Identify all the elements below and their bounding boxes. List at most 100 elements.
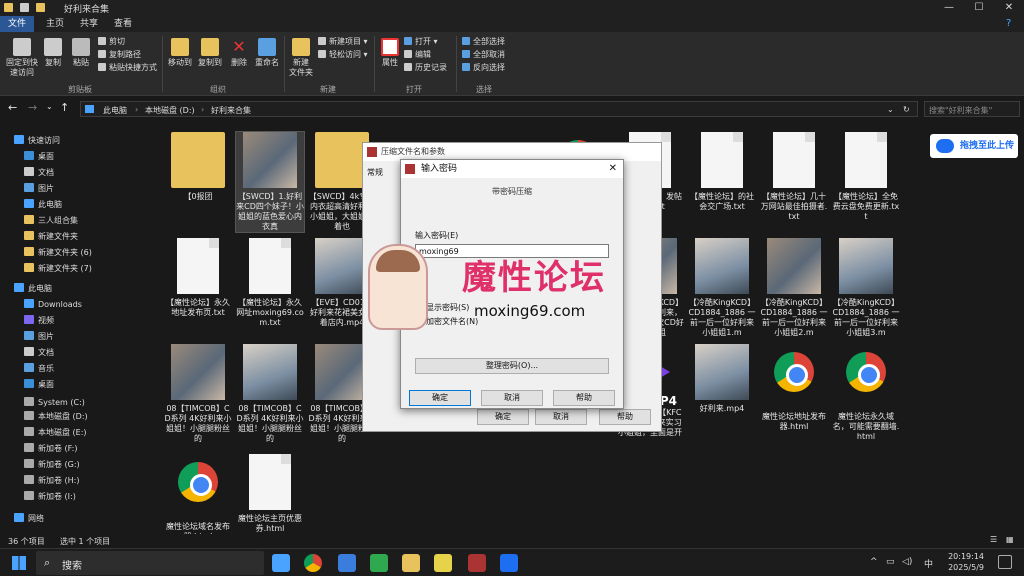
nav-item[interactable]: 图片 <box>24 182 54 196</box>
close-button[interactable]: ✕ <box>994 0 1024 16</box>
new-folder-button[interactable]: 新建 文件夹 <box>288 38 314 78</box>
chrome-icon[interactable] <box>304 554 322 572</box>
nav-item[interactable]: 文档 <box>24 166 54 180</box>
volume-icon[interactable]: ◁) <box>902 557 912 567</box>
archive-help-button[interactable]: 帮助 <box>599 409 651 425</box>
file-item[interactable]: 魔性论坛地址发布器.html <box>760 344 828 432</box>
file-item[interactable]: 【冷酷KingKCD】CD1884_1886 一前一后一位好利来小姐姐2.m <box>760 238 828 338</box>
nav-item[interactable]: 图片 <box>24 330 54 344</box>
copy-button[interactable]: 复制 <box>40 38 66 68</box>
help-icon[interactable]: ? <box>1006 18 1011 29</box>
nav-item[interactable]: 快速访问 <box>14 134 60 148</box>
clock-date[interactable]: 2025/5/9 <box>944 563 984 572</box>
nav-item[interactable]: 本地磁盘 (D:) <box>24 410 88 424</box>
copy-to-button[interactable]: 复制到 <box>196 38 224 68</box>
nav-item[interactable]: 新加卷 (I:) <box>24 490 76 504</box>
edit-button[interactable]: 编辑 <box>404 49 431 60</box>
rename-button[interactable]: 重命名 <box>252 38 282 68</box>
address-bar[interactable]: 此电脑 › 本地磁盘 (D:) › 好利来合集 ⌄ ↻ <box>80 101 918 117</box>
file-item[interactable]: 【魔性论坛】的社会交广场.txt <box>688 132 756 212</box>
nav-item[interactable]: 新建文件夹 (6) <box>24 246 92 260</box>
file-item[interactable]: 【魔性论坛】永久网址moxing69.com.txt <box>236 238 304 328</box>
invert-selection-button[interactable]: 反向选择 <box>462 62 505 73</box>
breadcrumb-folder[interactable]: 好利来合集 <box>211 105 251 116</box>
archive-ok-button[interactable]: 确定 <box>477 409 529 425</box>
file-item[interactable]: 魔性论坛域名发布器.html <box>164 454 232 542</box>
password-help-button[interactable]: 帮助 <box>553 390 615 406</box>
file-item[interactable]: 【冷酷KingKCD】CD1884_1886 一前一后一位好利来小姐姐3.m <box>832 238 900 338</box>
clock-time[interactable]: 20:19:14 <box>944 552 984 561</box>
nav-item[interactable]: 新加卷 (F:) <box>24 442 77 456</box>
tab-file[interactable]: 文件 <box>0 16 35 32</box>
open-button[interactable]: 打开 ▾ <box>404 36 438 47</box>
history-button[interactable]: 历史记录 <box>404 62 447 73</box>
large-icons-view-icon[interactable]: ▦ <box>1006 535 1014 544</box>
nav-item[interactable]: 视频 <box>24 314 54 328</box>
back-arrow-icon[interactable]: ← <box>8 101 17 114</box>
windows-start-icon[interactable] <box>12 556 26 570</box>
recent-chevron-icon[interactable]: ⌄ <box>46 102 53 111</box>
app-green-icon[interactable] <box>370 554 388 572</box>
password-ok-button[interactable]: 确定 <box>409 390 471 406</box>
winrar-taskbar-icon[interactable] <box>468 554 486 572</box>
nav-item[interactable]: 新建文件夹 (7) <box>24 262 92 276</box>
cut-button[interactable]: 剪切 <box>98 36 125 47</box>
tab-home[interactable]: 主页 <box>38 16 72 32</box>
ime-indicator[interactable]: 中 <box>924 557 933 570</box>
nav-item[interactable]: 桌面 <box>24 150 54 164</box>
nav-item[interactable]: 桌面 <box>24 378 54 392</box>
minimize-button[interactable]: — <box>934 0 964 16</box>
nav-item[interactable]: 此电脑 <box>14 282 52 296</box>
tray-chevron-icon[interactable]: ^ <box>870 557 878 567</box>
file-item[interactable]: 【冷酷KingKCD】CD1884_1886 一前一后一位好利来小姐姐1.m <box>688 238 756 338</box>
app-blue-icon[interactable] <box>500 554 518 572</box>
file-item[interactable]: 08【TIMCOB】CD系列 4K好利来小姐姐！小腿腿粉丝的 <box>164 344 232 444</box>
network-icon[interactable]: ▭ <box>886 557 895 567</box>
search-input[interactable]: 搜索"好利来合集" <box>924 101 1020 117</box>
nav-item[interactable]: 三人组合集 <box>24 214 78 228</box>
details-view-icon[interactable]: ☰ <box>990 535 997 544</box>
pin-quick-access-button[interactable]: 固定到快 速访问 <box>4 38 40 78</box>
select-none-button[interactable]: 全部取消 <box>462 49 505 60</box>
copy-path-button[interactable]: 复制路径 <box>98 49 141 60</box>
nav-item[interactable]: 本地磁盘 (E:) <box>24 426 87 440</box>
move-to-button[interactable]: 移动到 <box>166 38 194 68</box>
paste-button[interactable]: 粘贴 <box>68 38 94 68</box>
tab-view[interactable]: 查看 <box>106 16 140 32</box>
file-item[interactable]: 【0报团 <box>164 132 232 202</box>
drag-upload-button[interactable]: 拖拽至此上传 <box>930 134 1018 158</box>
tab-general[interactable]: 常规 <box>367 167 383 178</box>
refresh-icon[interactable]: ↻ <box>903 105 910 114</box>
baidu-netdisk-icon[interactable] <box>338 554 356 572</box>
nav-item[interactable]: 新加卷 (G:) <box>24 458 80 472</box>
easy-access-button[interactable]: 轻松访问 ▾ <box>318 49 368 60</box>
new-folder-icon[interactable] <box>36 3 45 12</box>
maximize-button[interactable]: ☐ <box>964 0 994 16</box>
file-item[interactable]: 08【TIMCOB】CD系列 4K好利来小姐姐！小腿腿粉丝的 <box>236 344 304 444</box>
properties-icon[interactable] <box>20 3 29 12</box>
nav-item[interactable]: 网络 <box>14 512 44 526</box>
file-item[interactable]: 【魔性论坛】永久地址发布页.txt <box>164 238 232 318</box>
archive-cancel-button[interactable]: 取消 <box>535 409 587 425</box>
notification-icon[interactable] <box>998 555 1012 569</box>
breadcrumb-this-pc[interactable]: 此电脑 <box>103 105 127 116</box>
manage-passwords-button[interactable]: 整理密码(O)... <box>415 358 609 374</box>
nav-item[interactable]: 新加卷 (H:) <box>24 474 80 488</box>
new-item-button[interactable]: 新建项目 ▾ <box>318 36 368 47</box>
nav-item[interactable]: 此电脑 <box>24 198 62 212</box>
address-dropdown-icon[interactable]: ⌄ <box>887 105 894 114</box>
file-item[interactable]: 【魔性论坛】几十万网站最佳拍摄者.txt <box>760 132 828 222</box>
breadcrumb-drive-d[interactable]: 本地磁盘 (D:) <box>145 105 195 116</box>
file-item[interactable]: 【SWCD】1.好利来CD四个妹子！小姐姐的蓝色爱心内衣真 <box>235 131 305 233</box>
forward-arrow-icon[interactable]: → <box>28 101 37 114</box>
delete-button[interactable]: ✕ 删除 <box>228 38 250 68</box>
file-item[interactable]: 魔性论坛永久域名，可能需要翻墙.html <box>832 344 900 442</box>
password-cancel-button[interactable]: 取消 <box>481 390 543 406</box>
nav-item[interactable]: 文档 <box>24 346 54 360</box>
up-arrow-icon[interactable]: ↑ <box>60 101 69 114</box>
nav-item[interactable]: 新建文件夹 <box>24 230 78 244</box>
tab-share[interactable]: 共享 <box>72 16 106 32</box>
file-explorer-icon[interactable] <box>402 554 420 572</box>
nav-item[interactable]: 音乐 <box>24 362 54 376</box>
paste-shortcut-button[interactable]: 粘贴快捷方式 <box>98 62 157 73</box>
